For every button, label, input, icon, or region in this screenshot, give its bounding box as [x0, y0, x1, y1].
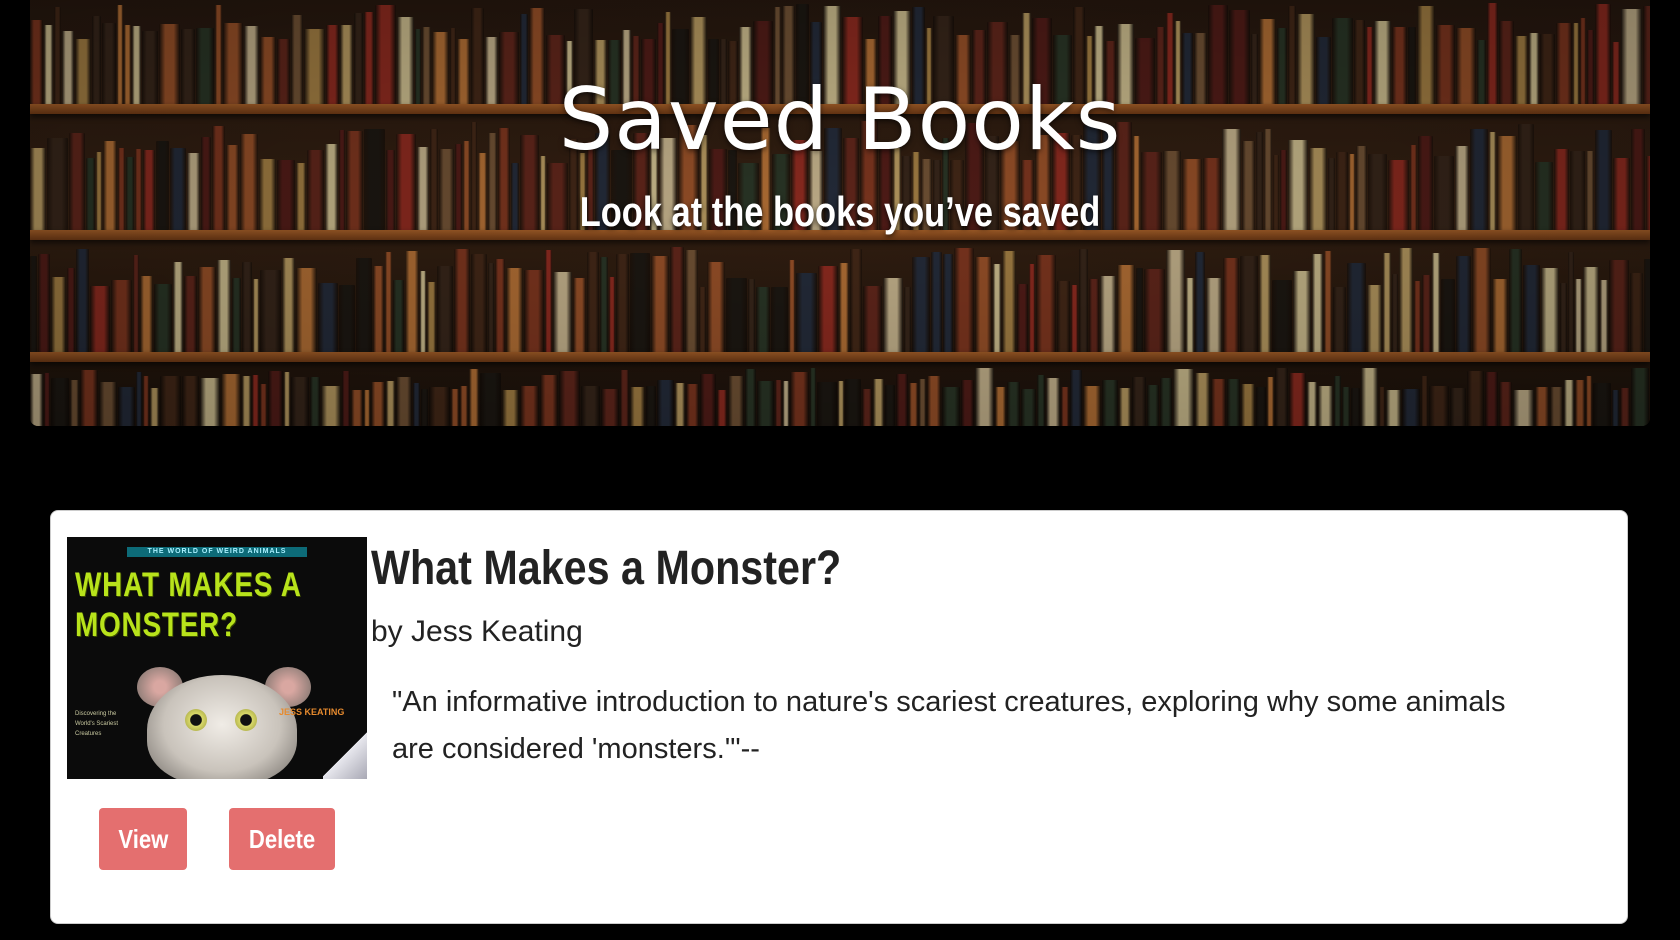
- view-button[interactable]: View: [99, 808, 187, 870]
- creature-eye-right: [235, 709, 257, 731]
- delete-button-label: Delete: [248, 823, 316, 854]
- book-cover-image: THE WORLD OF WEIRD ANIMALS WHAT MAKES A …: [67, 537, 367, 779]
- cover-series-label: THE WORLD OF WEIRD ANIMALS: [127, 547, 307, 557]
- book-title: What Makes a Monster?: [371, 542, 842, 595]
- page-title: Saved Books: [558, 70, 1122, 170]
- page-subtitle: Look at the books you’ve saved: [579, 188, 1101, 235]
- creature-illustration: [147, 675, 297, 779]
- cover-title-line-1: WHAT MAKES A: [75, 566, 302, 604]
- book-description: "An informative introduction to nature's…: [392, 686, 1506, 765]
- delete-button[interactable]: Delete: [229, 808, 335, 870]
- cover-title-line-2: MONSTER?: [75, 606, 239, 644]
- hero-banner: Saved Books Look at the books you’ve sav…: [30, 0, 1650, 426]
- page-curl-icon: [323, 729, 367, 779]
- saved-book-card: THE WORLD OF WEIRD ANIMALS WHAT MAKES A …: [50, 510, 1628, 924]
- cover-title: WHAT MAKES A MONSTER?: [75, 565, 311, 645]
- cover-side-text: Discovering the World's Scariest Creatur…: [75, 711, 119, 737]
- view-button-label: View: [118, 823, 168, 854]
- book-author: by Jess Keating: [371, 615, 583, 648]
- cover-author: JESS KEATING: [279, 707, 345, 717]
- creature-eye-left: [185, 709, 207, 731]
